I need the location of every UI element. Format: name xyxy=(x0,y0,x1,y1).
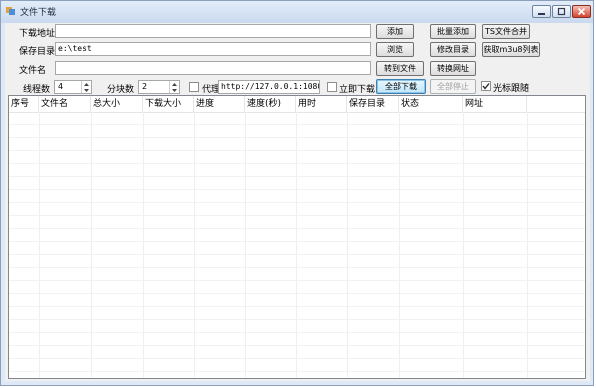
column-header-speed[interactable]: 速度(秒) xyxy=(245,96,296,112)
file-name-input[interactable] xyxy=(55,61,371,75)
close-button[interactable] xyxy=(572,5,591,18)
ts-merge-button[interactable]: TS文件合并 xyxy=(482,24,530,39)
minimize-icon xyxy=(538,13,545,15)
checkmark-icon xyxy=(482,83,490,90)
maximize-icon xyxy=(557,7,566,16)
client-area: 下载地址 添加 批量添加 TS文件合并 保存目录 e:\test 浏览 修改目录… xyxy=(5,23,590,381)
threads-down-arrow[interactable] xyxy=(82,87,91,93)
table-header: 序号 文件名 总大小 下载大小 进度 速度(秒) 用时 保存目录 状态 网址 xyxy=(9,96,585,113)
column-header-downloaded-size[interactable]: 下载大小 xyxy=(143,96,194,112)
download-url-input[interactable] xyxy=(55,24,371,38)
arrow-up-icon xyxy=(84,82,89,86)
stop-all-button[interactable]: 全部停止 xyxy=(430,79,476,94)
maximize-button[interactable] xyxy=(552,5,571,18)
browse-button[interactable]: 浏览 xyxy=(376,42,414,57)
window-title: 文件下载 xyxy=(20,8,57,18)
instant-download-label: 立即下载 xyxy=(339,85,376,95)
threads-label: 线程数 xyxy=(23,85,51,95)
column-header-url[interactable]: 网址 xyxy=(463,96,527,112)
blocks-value: 2 xyxy=(142,82,148,91)
table-gridlines xyxy=(9,112,585,378)
column-header-progress[interactable]: 进度 xyxy=(194,96,245,112)
column-header-status[interactable]: 状态 xyxy=(399,96,463,112)
column-header-total-size[interactable]: 总大小 xyxy=(91,96,143,112)
arrow-down-icon xyxy=(84,88,89,92)
threads-spinner[interactable]: 4 xyxy=(54,80,92,94)
column-header-elapsed[interactable]: 用时 xyxy=(296,96,347,112)
download-all-button[interactable]: 全部下载 xyxy=(376,79,426,94)
arrow-down-icon xyxy=(172,88,177,92)
convert-url-button[interactable]: 转换网址 xyxy=(430,61,476,76)
close-icon xyxy=(577,7,586,16)
save-dir-input[interactable]: e:\test xyxy=(55,42,371,56)
blocks-down-arrow[interactable] xyxy=(170,87,179,93)
proxy-address-input[interactable]: http://127.0.0.1:1080 xyxy=(218,80,320,94)
blocks-spinner[interactable]: 2 xyxy=(138,80,180,94)
title-bar: 文件下载 xyxy=(1,1,593,23)
proxy-checkbox[interactable] xyxy=(189,82,199,92)
instant-download-checkbox[interactable] xyxy=(327,82,337,92)
app-icon xyxy=(6,7,15,15)
to-file-button[interactable]: 转到文件 xyxy=(376,61,424,76)
cursor-follow-label: 光标跟随 xyxy=(493,84,530,94)
column-header-filename[interactable]: 文件名 xyxy=(39,96,91,112)
save-dir-label: 保存目录 xyxy=(19,47,56,57)
arrow-up-icon xyxy=(172,82,177,86)
column-header-save-dir[interactable]: 保存目录 xyxy=(347,96,399,112)
threads-value: 4 xyxy=(58,82,64,91)
get-m3u8-button[interactable]: 获取m3u8列表 xyxy=(482,42,540,57)
batch-add-button[interactable]: 批量添加 xyxy=(430,24,476,39)
change-dir-button[interactable]: 修改目录 xyxy=(430,42,476,57)
download-url-label: 下载地址 xyxy=(19,29,56,39)
download-list[interactable]: 序号 文件名 总大小 下载大小 进度 速度(秒) 用时 保存目录 状态 网址 xyxy=(8,95,586,379)
file-name-label: 文件名 xyxy=(19,66,47,76)
blocks-label: 分块数 xyxy=(107,85,135,95)
minimize-button[interactable] xyxy=(532,5,551,18)
app-window: 文件下载 下载地址 添加 批量添加 TS文件合并 保存目录 e:\test 浏览… xyxy=(0,0,594,386)
add-button[interactable]: 添加 xyxy=(376,24,414,39)
column-header-index[interactable]: 序号 xyxy=(9,96,39,112)
cursor-follow-checkbox[interactable] xyxy=(481,81,491,91)
